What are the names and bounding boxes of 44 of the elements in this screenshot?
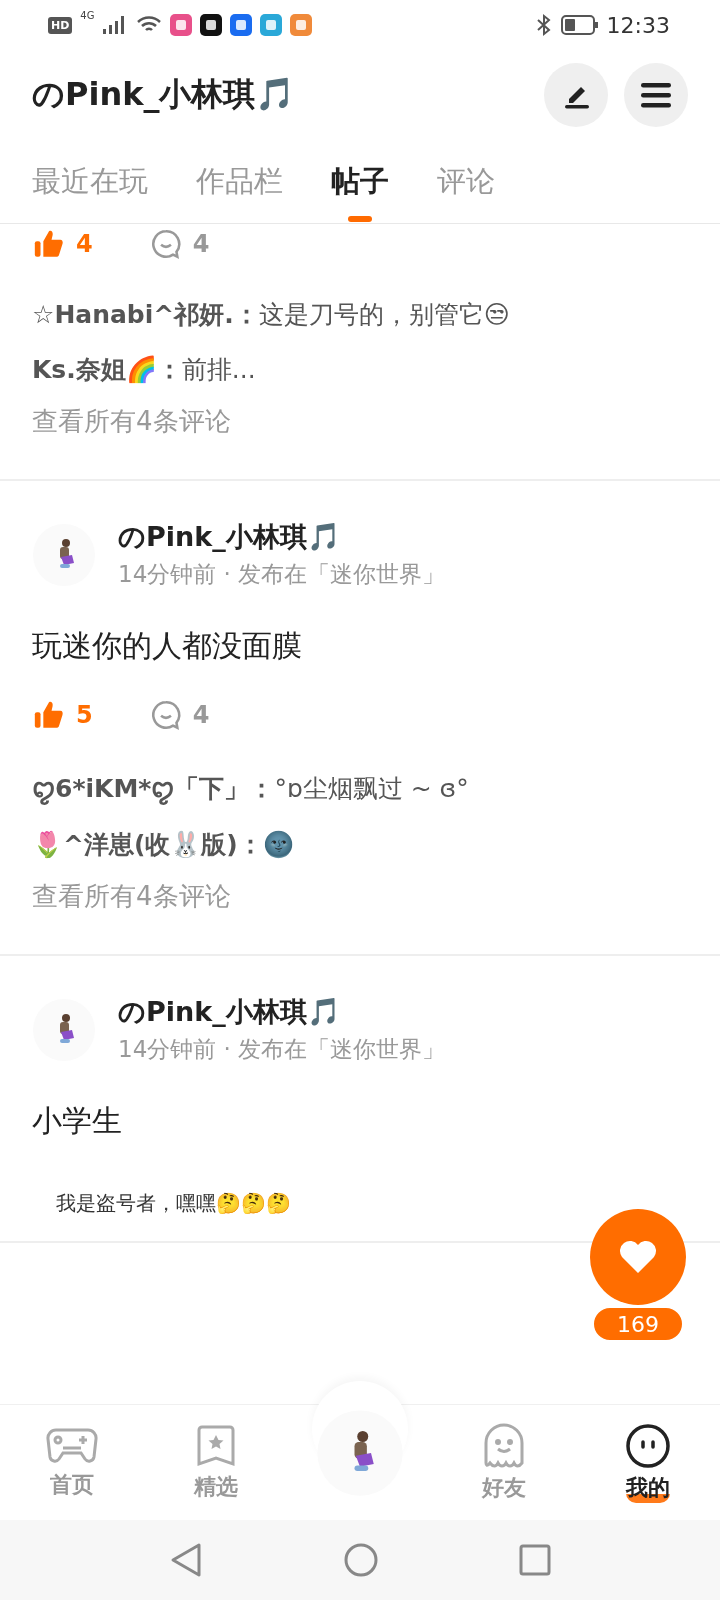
app-icon: [200, 14, 223, 36]
profile-title: のPink_小林琪🎵: [32, 74, 297, 115]
view-all-comments-link[interactable]: 查看所有4条评论: [32, 879, 688, 914]
app-icon: [230, 14, 253, 36]
view-all-comments-link[interactable]: 查看所有4条评论: [32, 404, 688, 439]
comment-text: 🌷^洋崽(收🐰版)：🌚: [32, 829, 295, 861]
author-name[interactable]: のPink_小林琪🎵: [118, 519, 446, 555]
post-note: 我是盗号者，嘿嘿🤔🤔🤔: [56, 1190, 292, 1217]
menu-icon: [641, 82, 671, 108]
network-type: 4G: [80, 10, 95, 21]
profile-tab[interactable]: 帖子: [331, 139, 389, 224]
author-name[interactable]: のPink_小林琪🎵: [118, 994, 446, 1030]
profile-tab[interactable]: 作品栏: [196, 139, 283, 224]
app-icon: [290, 14, 313, 36]
comment-text: Ks.奈姐🌈：前排...: [32, 354, 257, 386]
comment-count: 4: [192, 230, 210, 258]
nav-tab[interactable]: 好友: [432, 1405, 576, 1520]
clock-time: 12:33: [606, 12, 670, 38]
post-meta: 14分钟前 · 发布在「迷你世界」: [118, 1035, 446, 1064]
post-meta: 14分钟前 · 发布在「迷你世界」: [118, 560, 446, 589]
ghost-icon: [483, 1422, 525, 1469]
app-icon: [260, 14, 283, 36]
post-text: 小学生: [32, 1102, 123, 1140]
home-icon: [343, 1542, 379, 1578]
smiley-face-icon: [625, 1422, 671, 1469]
profile-tab[interactable]: 评论: [437, 139, 495, 224]
nav-tab[interactable]: 首页: [0, 1405, 144, 1520]
like-total-badge: 169: [592, 1306, 684, 1342]
bookmark-star-icon: [196, 1423, 236, 1468]
back-icon: [169, 1542, 203, 1578]
post-text: 玩迷你的人都没面膜: [32, 627, 303, 665]
battery-icon: [560, 14, 599, 36]
profile-tab[interactable]: 最近在玩: [32, 139, 148, 224]
recents-icon: [519, 1544, 551, 1576]
like-count: 5: [76, 701, 93, 729]
heart-icon: [618, 1239, 658, 1275]
comment-text: ꨄ6*iKM*ꨄ「下」：°ɒ尘烟飘过 ~ ɞ°: [32, 773, 470, 806]
comment-count: 4: [192, 701, 210, 729]
comment-text: ☆Hanabi^祁妍.：这是刀号的，别管它😒: [32, 299, 511, 331]
nav-tab[interactable]: 精选: [144, 1405, 288, 1520]
app-icon: [170, 14, 193, 36]
hd-indicator: HD: [48, 16, 73, 34]
like-count: 4: [76, 230, 93, 258]
nav-tab[interactable]: 我的: [576, 1405, 720, 1520]
